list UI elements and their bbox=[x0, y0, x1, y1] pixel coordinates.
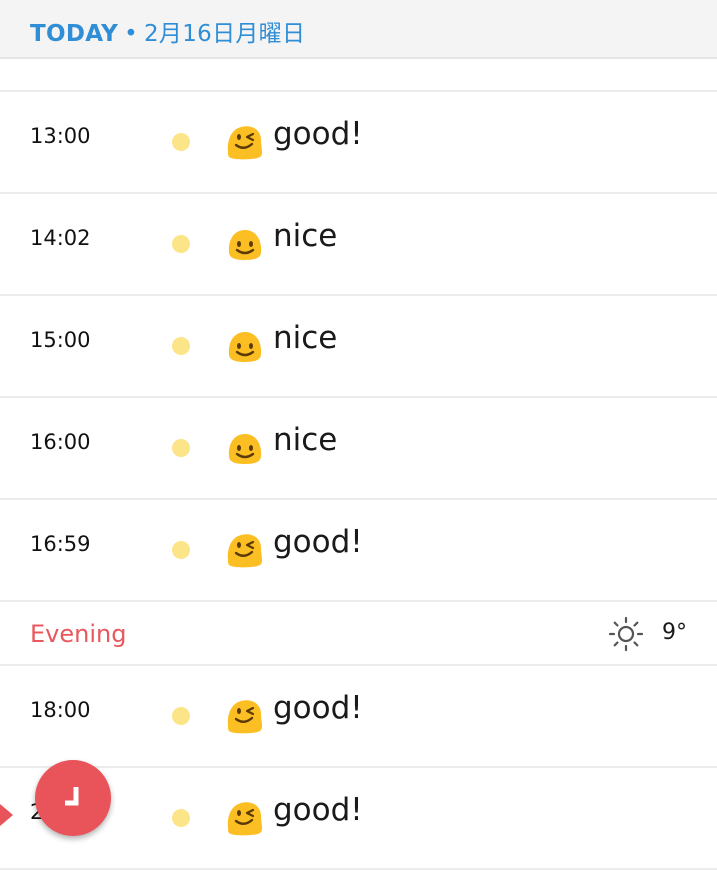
entry-mood: nice bbox=[273, 320, 338, 356]
smiling-face-icon bbox=[224, 426, 266, 468]
entry-row[interactable]: 15:00 nice bbox=[0, 296, 717, 398]
entry-mood: nice bbox=[273, 218, 338, 254]
mood-dot bbox=[172, 809, 190, 827]
header-separator: • bbox=[124, 21, 138, 47]
section-label: Evening bbox=[30, 620, 127, 648]
entry-row[interactable]: 16:00 nice bbox=[0, 398, 717, 500]
entry-mood: good! bbox=[273, 524, 363, 560]
entry-row[interactable]: 14:02 nice bbox=[0, 194, 717, 296]
entry-row[interactable]: 13:00 good! bbox=[0, 92, 717, 194]
winking-face-icon bbox=[224, 528, 266, 570]
entry-time: 15:00 bbox=[30, 328, 91, 352]
clock-icon bbox=[65, 787, 79, 806]
entry-time: 16:00 bbox=[30, 430, 91, 454]
mood-dot bbox=[172, 235, 190, 253]
add-entry-clock-button[interactable] bbox=[35, 760, 111, 836]
mood-dot bbox=[172, 439, 190, 457]
entry-time: 16:59 bbox=[30, 532, 91, 556]
entry-mood: good! bbox=[273, 690, 363, 726]
winking-face-icon bbox=[224, 694, 266, 736]
sun-icon bbox=[608, 616, 644, 652]
entry-row[interactable]: 18:00 good! bbox=[0, 666, 717, 768]
entry-list: 13:00 good! 14:02 nice 15:00 nice 16:00 … bbox=[0, 59, 717, 870]
mood-dot bbox=[172, 707, 190, 725]
entry-time: 14:02 bbox=[30, 226, 91, 250]
temperature: 9° bbox=[662, 620, 687, 645]
entry-mood: nice bbox=[273, 422, 338, 458]
date-header-text: TODAY • 2月16日月曜日 bbox=[30, 14, 305, 48]
evening-section-header: Evening 9° bbox=[0, 602, 717, 666]
entry-mood: good! bbox=[273, 792, 363, 828]
list-top-spacer bbox=[0, 59, 717, 92]
smiling-face-icon bbox=[224, 222, 266, 264]
date-header: TODAY • 2月16日月曜日 bbox=[0, 0, 717, 59]
mood-dot bbox=[172, 133, 190, 151]
winking-face-icon bbox=[224, 796, 266, 838]
header-date: 2月16日月曜日 bbox=[143, 21, 306, 47]
entry-row[interactable]: 16:59 good! bbox=[0, 500, 717, 602]
entry-mood: good! bbox=[273, 116, 363, 152]
smiling-face-icon bbox=[224, 324, 266, 366]
entry-time: 18:00 bbox=[30, 698, 91, 722]
mood-dot bbox=[172, 541, 190, 559]
today-label: TODAY bbox=[30, 21, 119, 47]
winking-face-icon bbox=[224, 120, 266, 162]
timeline-pointer-icon bbox=[0, 804, 13, 826]
entry-time: 13:00 bbox=[30, 124, 91, 148]
mood-dot bbox=[172, 337, 190, 355]
